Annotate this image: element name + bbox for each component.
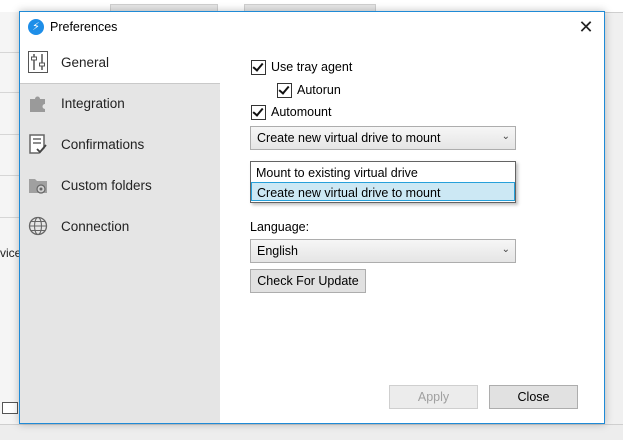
globe-icon	[28, 216, 48, 236]
automount-checkbox[interactable]	[251, 105, 266, 120]
contact-card-icon	[2, 402, 18, 414]
close-button[interactable]: Close	[489, 385, 578, 409]
dropdown-option-label: Mount to existing virtual drive	[256, 166, 418, 180]
dropdown-option-label: Create new virtual drive to mount	[257, 186, 441, 200]
sidebar-item-custom-folders[interactable]: Custom folders	[20, 166, 220, 206]
autorun-label: Autorun	[297, 83, 341, 97]
close-icon[interactable]: ✕	[574, 15, 598, 39]
sidebar: General Integration Confirmations Custom…	[20, 43, 220, 423]
automount-label: Automount	[271, 105, 332, 119]
language-value: English	[257, 244, 298, 258]
dropdown-option-highlighted[interactable]: Create new virtual drive to mount	[251, 182, 515, 201]
background-divider	[0, 134, 20, 135]
sliders-icon	[28, 51, 48, 73]
background-divider	[0, 217, 20, 218]
sidebar-item-label: General	[61, 55, 110, 70]
background-window-bottom	[0, 424, 623, 440]
sidebar-item-label: Integration	[61, 96, 125, 111]
title-bar[interactable]: ⚡ Preferences ✕	[20, 12, 604, 43]
sidebar-item-integration[interactable]: Integration	[20, 84, 220, 124]
dialog-title: Preferences	[50, 20, 118, 34]
background-divider	[0, 52, 20, 53]
background-divider	[0, 92, 20, 93]
sidebar-item-label: Custom folders	[61, 178, 152, 193]
background-window-left	[0, 12, 21, 439]
background-divider	[0, 175, 20, 176]
sidebar-item-general[interactable]: General	[20, 43, 220, 84]
apply-button[interactable]: Apply	[389, 385, 478, 409]
sidebar-item-confirmations[interactable]: Confirmations	[20, 125, 220, 165]
folder-gear-icon	[29, 179, 47, 194]
language-label: Language:	[250, 220, 310, 234]
autorun-checkbox[interactable]	[277, 83, 292, 98]
sidebar-item-label: Connection	[61, 219, 130, 234]
use-tray-agent-label: Use tray agent	[271, 60, 353, 74]
language-select[interactable]: English ⌄	[250, 239, 516, 263]
bolt-icon: ⚡	[28, 19, 44, 35]
general-settings-panel: Use tray agent Autorun Automount Create …	[220, 43, 604, 423]
sidebar-item-label: Confirmations	[61, 137, 145, 152]
use-tray-agent-checkbox[interactable]	[251, 60, 266, 75]
preferences-dialog: ⚡ Preferences ✕ General Integration Conf…	[19, 11, 605, 424]
mount-mode-dropdown-list: Mount to existing virtual drive Create n…	[250, 161, 516, 203]
mount-mode-select[interactable]: Create new virtual drive to mount ⌄	[250, 126, 516, 150]
puzzle-icon	[30, 96, 45, 112]
sidebar-item-connection[interactable]: Connection	[20, 207, 220, 247]
dropdown-option[interactable]: Mount to existing virtual drive	[251, 163, 515, 182]
chevron-down-icon: ⌄	[501, 131, 510, 142]
chevron-down-icon: ⌄	[501, 244, 510, 255]
checklist-icon	[29, 134, 47, 154]
mount-mode-value: Create new virtual drive to mount	[257, 131, 441, 145]
check-for-update-button[interactable]: Check For Update	[250, 269, 366, 293]
